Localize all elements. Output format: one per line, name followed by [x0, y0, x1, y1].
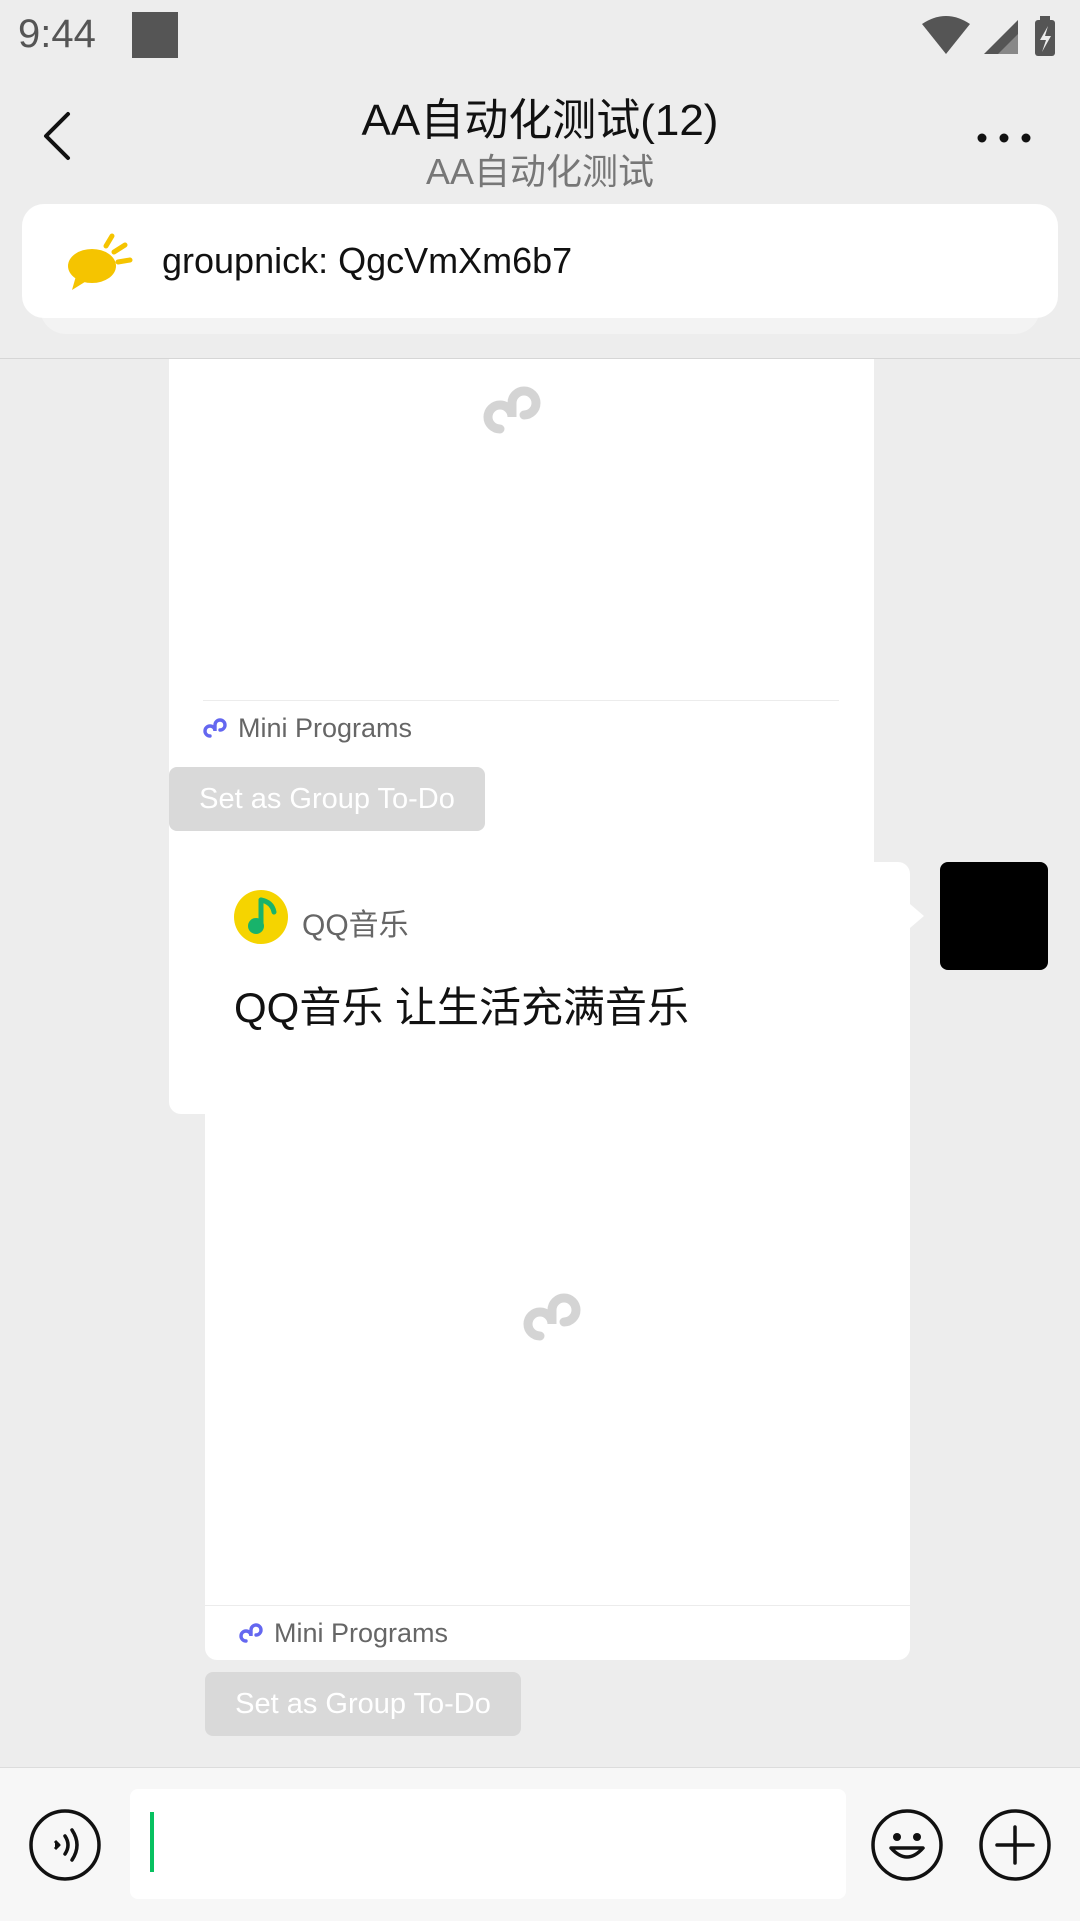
- mini-program-icon: [203, 718, 227, 738]
- mini-program-title: QQ音乐 让生活充满音乐: [234, 984, 690, 1031]
- plus-icon[interactable]: [978, 1808, 1052, 1882]
- mini-program-placeholder-icon: [523, 1293, 581, 1341]
- qq-music-logo-icon: [234, 890, 288, 944]
- voice-icon[interactable]: [28, 1808, 102, 1882]
- mini-program-app-name: QQ音乐: [302, 909, 409, 942]
- notice-text: groupnick: QgcVmXm6b7: [162, 240, 573, 281]
- more-dots-icon[interactable]: [964, 110, 1044, 166]
- message-list[interactable]: Mini Programs Set as Group To-Do QQ音乐 QQ…: [0, 359, 1080, 1765]
- mini-program-placeholder-icon: [483, 386, 541, 434]
- set-group-todo-button[interactable]: Set as Group To-Do: [205, 1672, 521, 1736]
- set-group-todo-button[interactable]: Set as Group To-Do: [169, 767, 485, 831]
- chat-subtitle: AA自动化测试: [425, 151, 655, 192]
- mini-program-icon: [239, 1623, 263, 1643]
- text-cursor: [150, 1812, 154, 1872]
- status-icons: [922, 16, 1055, 56]
- bubble-tail: [910, 904, 924, 928]
- status-time: 9:44: [18, 12, 96, 56]
- message-input[interactable]: [130, 1789, 846, 1899]
- mini-program-label: Mini Programs: [274, 1618, 449, 1648]
- announcement-icon: [68, 233, 133, 290]
- chat-title: AA自动化测试(12): [361, 96, 719, 145]
- card-divider: [205, 1605, 910, 1606]
- avatar[interactable]: [940, 862, 1048, 970]
- emoji-icon[interactable]: [870, 1808, 944, 1882]
- wifi-icon: [922, 16, 970, 54]
- notification-square-icon: [132, 12, 178, 58]
- mini-program-label: Mini Programs: [238, 713, 413, 743]
- card-divider: [203, 700, 839, 701]
